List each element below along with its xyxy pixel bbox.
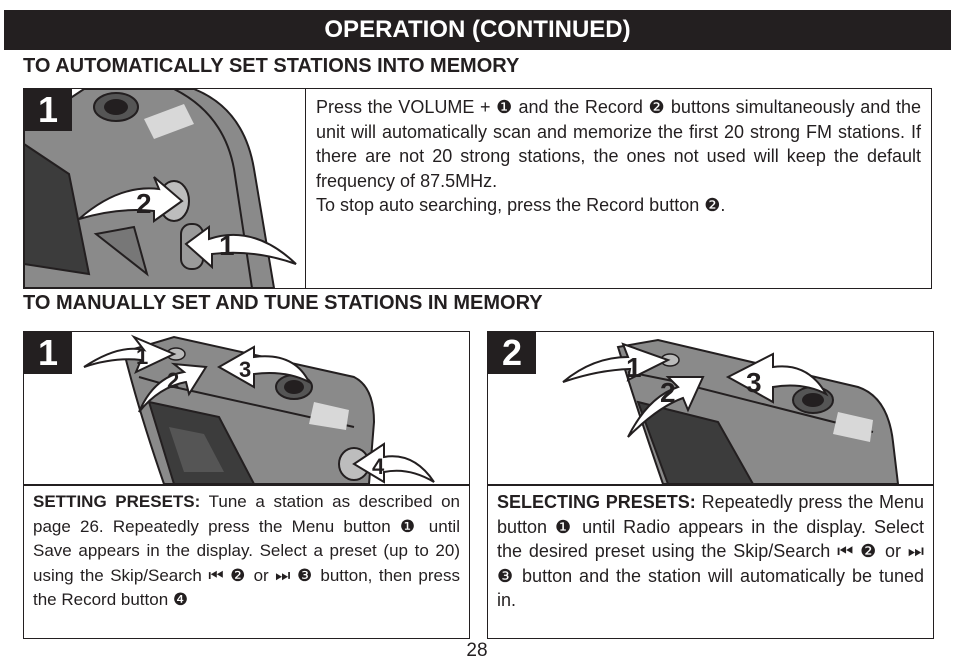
setting-presets-text: SETTING PRESETS: Tune a station as descr…: [33, 490, 460, 613]
callout-1: 1: [136, 344, 148, 369]
section-title-auto: TO AUTOMATICALLY SET STATIONS INTO MEMOR…: [23, 55, 520, 77]
callout-2: 2: [660, 377, 676, 408]
selecting-presets-text: SELECTING PRESETS: Repeatedly press the …: [497, 490, 924, 613]
page-banner: OPERATION (CONTINUED): [4, 10, 951, 50]
divider: [24, 484, 469, 486]
callout-2: 2: [136, 188, 152, 219]
device-illustration: 1 2 3: [488, 332, 932, 484]
callout-1: 1: [626, 352, 642, 383]
device-illustration: 1 2 3 4: [24, 332, 468, 484]
callout-4: 4: [372, 454, 385, 479]
step-badge: 2: [488, 332, 536, 374]
auto-illustration-panel: 2 1 1: [23, 88, 306, 289]
setting-presets-heading: SETTING PRESETS:: [33, 492, 201, 511]
instruction-stop: To stop auto searching, press the Record…: [316, 195, 726, 215]
auto-instructions: Press the VOLUME + ❶ and the Record ❷ bu…: [305, 88, 932, 289]
selecting-presets-panel: 1 2 3 2 SELECTING PRESETS: Repeatedly pr…: [487, 331, 934, 639]
instruction-paragraph: Press the VOLUME + ❶ and the Record ❷ bu…: [316, 97, 921, 191]
step-badge: 1: [24, 89, 72, 131]
setting-presets-panel: 1 2 3 4 1 SETTING PRESETS: Tune a statio…: [23, 331, 470, 639]
callout-1: 1: [219, 230, 235, 261]
callout-3: 3: [746, 367, 762, 398]
banner-title: OPERATION (CONTINUED): [324, 16, 631, 43]
divider: [488, 484, 933, 486]
selecting-presets-heading: SELECTING PRESETS:: [497, 492, 696, 512]
callout-2: 2: [167, 368, 179, 393]
callout-3: 3: [239, 357, 251, 382]
step-badge: 1: [24, 332, 72, 374]
page-number: 28: [466, 640, 488, 661]
section-title-manual: TO MANUALLY SET AND TUNE STATIONS IN MEM…: [23, 292, 543, 314]
